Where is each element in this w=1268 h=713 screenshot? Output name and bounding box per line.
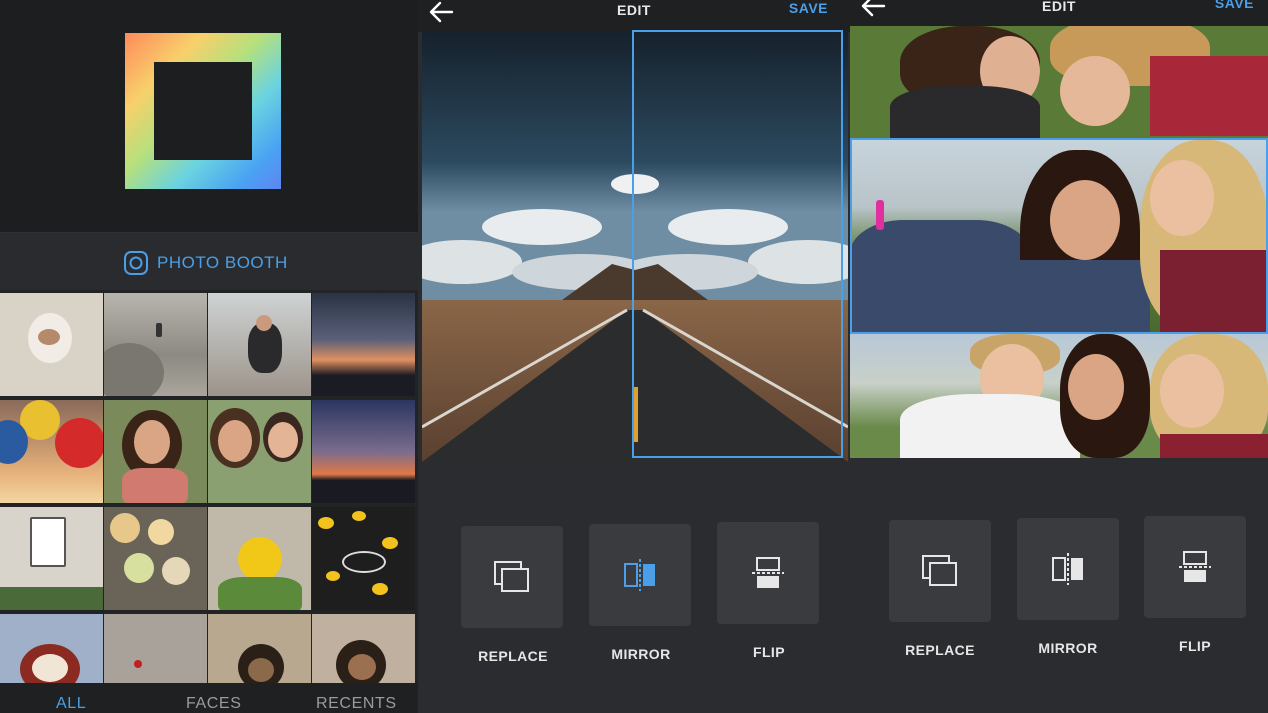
replace-button[interactable]	[889, 520, 991, 622]
layout-app-logo	[125, 33, 281, 189]
flip-button[interactable]	[1144, 516, 1246, 618]
save-button[interactable]: SAVE	[789, 0, 828, 16]
photo-thumbnail[interactable]	[104, 293, 207, 396]
nav-bar: EDIT SAVE	[418, 0, 850, 32]
photo-thumbnail[interactable]	[0, 400, 103, 503]
replace-icon	[922, 555, 957, 586]
nav-bar: EDIT SAVE	[850, 0, 1268, 26]
photo-thumbnail[interactable]	[104, 400, 207, 503]
photo-picker-panel: PHOTO BOOTH ALL FACES RECENTS	[0, 0, 418, 713]
mirror-button[interactable]	[589, 524, 691, 626]
photo-thumbnail[interactable]	[0, 507, 103, 610]
replace-label: REPLACE	[478, 648, 548, 664]
replace-icon	[494, 561, 529, 592]
photo-thumbnail[interactable]	[208, 293, 311, 396]
photo-thumbnail[interactable]	[0, 293, 103, 396]
photo-thumbnail[interactable]	[208, 507, 311, 610]
tab-all[interactable]: ALL	[56, 695, 86, 713]
photo-grid	[0, 290, 418, 713]
save-button[interactable]: SAVE	[1215, 0, 1254, 11]
mirror-label: MIRROR	[1038, 640, 1098, 656]
replace-label: REPLACE	[905, 642, 975, 658]
collage-cell-top[interactable]	[850, 26, 1268, 138]
page-title: EDIT	[617, 2, 651, 18]
road-image	[422, 32, 848, 462]
camera-icon	[124, 251, 148, 275]
mirrored-road-photo[interactable]	[422, 32, 848, 462]
logo-area	[0, 0, 418, 232]
flip-label: FLIP	[1179, 638, 1211, 654]
photo-booth-label: PHOTO BOOTH	[157, 253, 288, 272]
tab-faces[interactable]: FACES	[186, 695, 241, 713]
filter-tab-bar: ALL FACES RECENTS	[0, 683, 418, 713]
flip-button[interactable]	[717, 522, 819, 624]
edit-panel-mirror: EDIT SAVE REPLACE MIRROR FLIP	[418, 0, 850, 713]
flip-label: FLIP	[753, 644, 785, 660]
collage-cell-middle[interactable]	[850, 140, 1268, 332]
photo-thumbnail[interactable]	[104, 507, 207, 610]
photo-booth-bar[interactable]: PHOTO BOOTH	[0, 232, 418, 290]
mirror-label: MIRROR	[611, 646, 671, 662]
photo-thumbnail[interactable]	[312, 400, 415, 503]
photo-thumbnail[interactable]	[312, 507, 415, 610]
page-title: EDIT	[1042, 0, 1076, 14]
photo-thumbnail[interactable]	[312, 293, 415, 396]
mirror-icon	[624, 559, 655, 591]
photo-thumbnail[interactable]	[208, 400, 311, 503]
tab-recents[interactable]: RECENTS	[316, 695, 397, 713]
collage-cell-bottom[interactable]	[850, 334, 1268, 458]
replace-button[interactable]	[461, 526, 563, 628]
flip-icon	[752, 557, 784, 588]
flip-icon	[1179, 551, 1211, 582]
edit-panel-collage: EDIT SAVE REPLACE MIRROR FLIP	[850, 0, 1268, 713]
mirror-button[interactable]	[1017, 518, 1119, 620]
mirror-icon	[1052, 553, 1083, 585]
